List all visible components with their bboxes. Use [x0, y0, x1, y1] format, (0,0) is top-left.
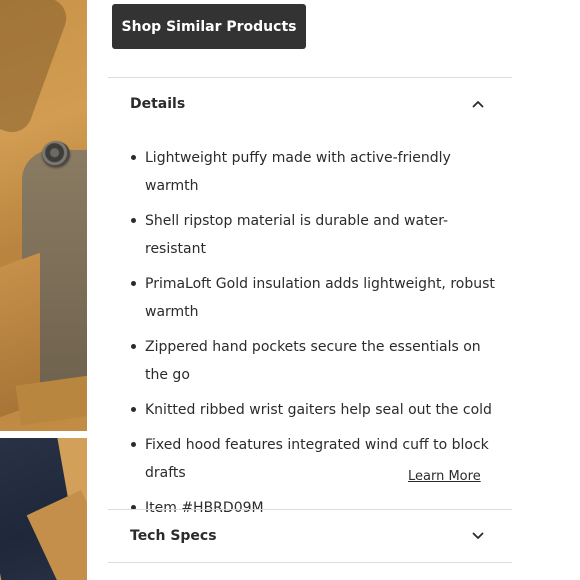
snap-button-detail: [42, 141, 70, 167]
details-accordion-header[interactable]: Details: [108, 78, 512, 130]
list-item: Shell ripstop material is durable and wa…: [131, 207, 501, 263]
list-item: PrimaLoft Gold insulation adds lightweig…: [131, 270, 501, 326]
list-item: Lightweight puffy made with active-frien…: [131, 144, 501, 200]
tech-specs-title: Tech Specs: [130, 528, 217, 544]
details-title: Details: [130, 96, 186, 112]
product-image-closeup[interactable]: [0, 0, 87, 431]
learn-more-link[interactable]: Learn More: [408, 469, 481, 484]
list-item: Knitted ribbed wrist gaiters help seal o…: [131, 396, 501, 424]
tech-specs-accordion-header[interactable]: Tech Specs: [108, 510, 512, 562]
divider: [108, 562, 512, 563]
chevron-down-icon: [470, 528, 486, 544]
chevron-up-icon: [470, 96, 486, 112]
list-item: Zippered hand pockets secure the essenti…: [131, 333, 501, 389]
product-image-thumbnail[interactable]: [0, 438, 87, 580]
shop-similar-products-button[interactable]: Shop Similar Products: [112, 4, 306, 49]
